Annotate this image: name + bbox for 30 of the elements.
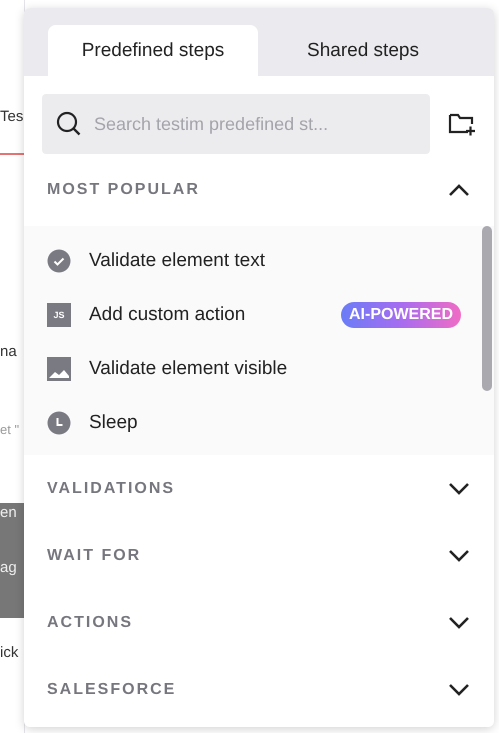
tab[interactable]: Predefined steps [48,25,258,76]
section-header[interactable]: VALIDATIONS [47,480,176,498]
chevron-down-icon[interactable] [448,548,470,562]
section-header[interactable]: MOST POPULAR [47,181,200,199]
tab[interactable]: Shared steps [258,25,468,76]
ai-badge: AI-POWERED [341,302,461,328]
background-text: na [0,342,18,362]
section-header[interactable]: WAIT FOR [47,546,142,564]
section-header[interactable]: ACTIONS [47,614,133,632]
chevron-down-icon[interactable] [448,682,470,696]
scrollbar[interactable] [482,226,492,391]
step-item[interactable]: Validate element visible [89,358,288,380]
background-text: en [0,503,18,523]
js-icon: JS [47,303,71,327]
search-field[interactable]: Search testim predefined st... [42,94,430,154]
folder-add-icon[interactable] [448,112,476,136]
step-item[interactable]: Sleep [89,412,138,434]
chevron-up-icon[interactable] [448,183,470,197]
chevron-down-icon[interactable] [448,616,470,630]
step-item[interactable]: Validate element text [89,250,266,272]
chevron-down-icon[interactable] [448,482,470,496]
section-header[interactable]: SALESFORCE [47,680,176,698]
step-item[interactable]: Add custom action [89,304,246,326]
check-circle-icon [47,249,71,273]
background-text: et " [0,421,20,439]
background-text: ag [0,558,18,578]
clock-icon [47,411,71,435]
background-text: ick [0,643,20,663]
background-text: Tes [0,107,24,127]
image-icon [47,357,71,381]
